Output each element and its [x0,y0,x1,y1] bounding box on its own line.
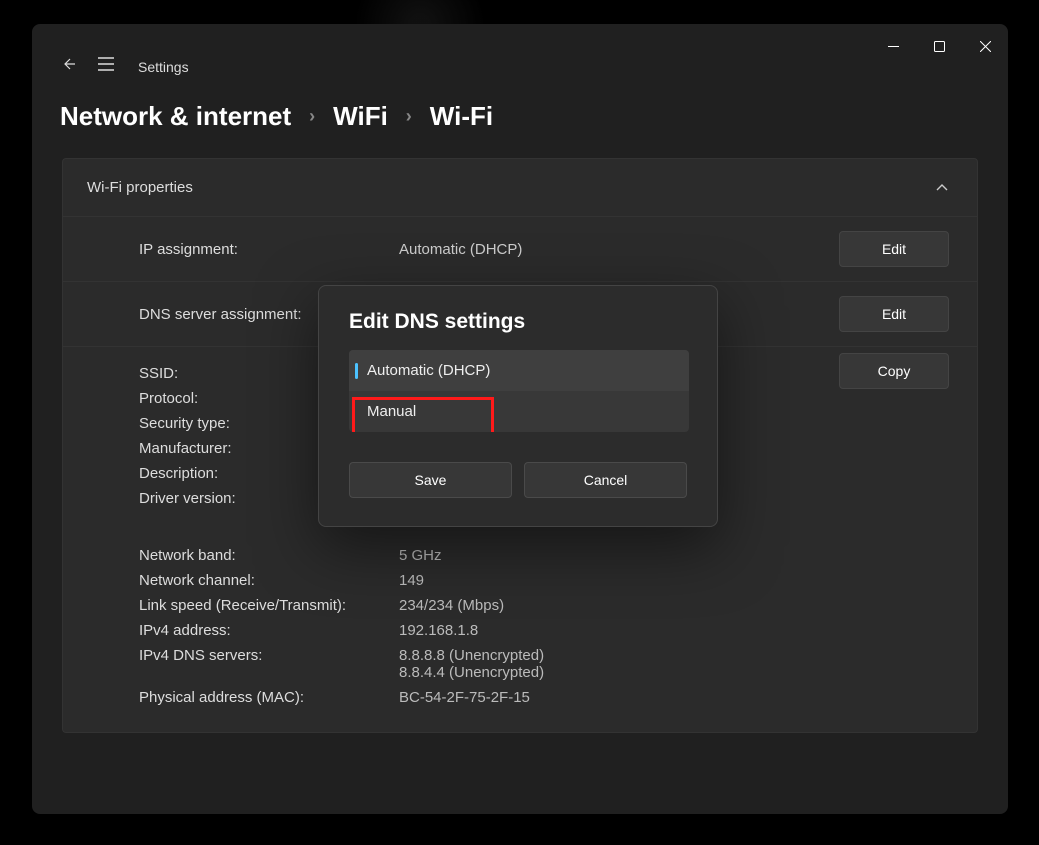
mac-row: Physical address (MAC):BC-54-2F-75-2F-15 [139,689,949,706]
band-row: Network band:5 GHz [139,547,949,564]
dialog-buttons: Save Cancel [349,462,687,498]
option-manual[interactable]: Manual [349,391,689,432]
breadcrumb-current: Wi-Fi [430,101,493,132]
breadcrumb: Network & internet › WiFi › Wi-Fi [32,77,1008,142]
chevron-right-icon: › [309,106,315,127]
card-header[interactable]: Wi-Fi properties [63,159,977,217]
maximize-button[interactable] [916,30,962,62]
edit-dns-button[interactable]: Edit [839,296,949,332]
menu-button[interactable] [98,57,114,76]
edit-ip-button[interactable]: Edit [839,231,949,267]
ip-assignment-row: IP assignment: Automatic (DHCP) Edit [63,217,977,282]
back-button[interactable] [60,56,76,77]
edit-dns-dialog: Edit DNS settings Automatic (DHCP) Manua… [318,285,718,527]
ip-assignment-value: Automatic (DHCP) [399,241,839,258]
header-row: Settings [32,56,1008,77]
dns-row: IPv4 DNS servers:8.8.8.8 (Unencrypted) [139,647,949,664]
close-button[interactable] [962,30,1008,62]
channel-row: Network channel:149 [139,572,949,589]
chevron-up-icon [935,181,949,195]
breadcrumb-l1[interactable]: Network & internet [60,101,291,132]
cancel-button[interactable]: Cancel [524,462,687,498]
dns-option-list: Automatic (DHCP) Manual [349,350,689,432]
linkspeed-row: Link speed (Receive/Transmit):234/234 (M… [139,597,949,614]
app-title: Settings [138,59,189,75]
ip-assignment-label: IP assignment: [139,241,399,258]
ipv4-row: IPv4 address:192.168.1.8 [139,622,949,639]
breadcrumb-l2[interactable]: WiFi [333,101,388,132]
dialog-title: Edit DNS settings [349,310,687,334]
chevron-right-icon: › [406,106,412,127]
card-header-title: Wi-Fi properties [87,179,193,196]
copy-button[interactable]: Copy [839,353,949,389]
save-button[interactable]: Save [349,462,512,498]
dns-row-2: 8.8.4.4 (Unencrypted) [139,664,949,681]
option-automatic[interactable]: Automatic (DHCP) [349,350,689,391]
minimize-button[interactable] [870,30,916,62]
